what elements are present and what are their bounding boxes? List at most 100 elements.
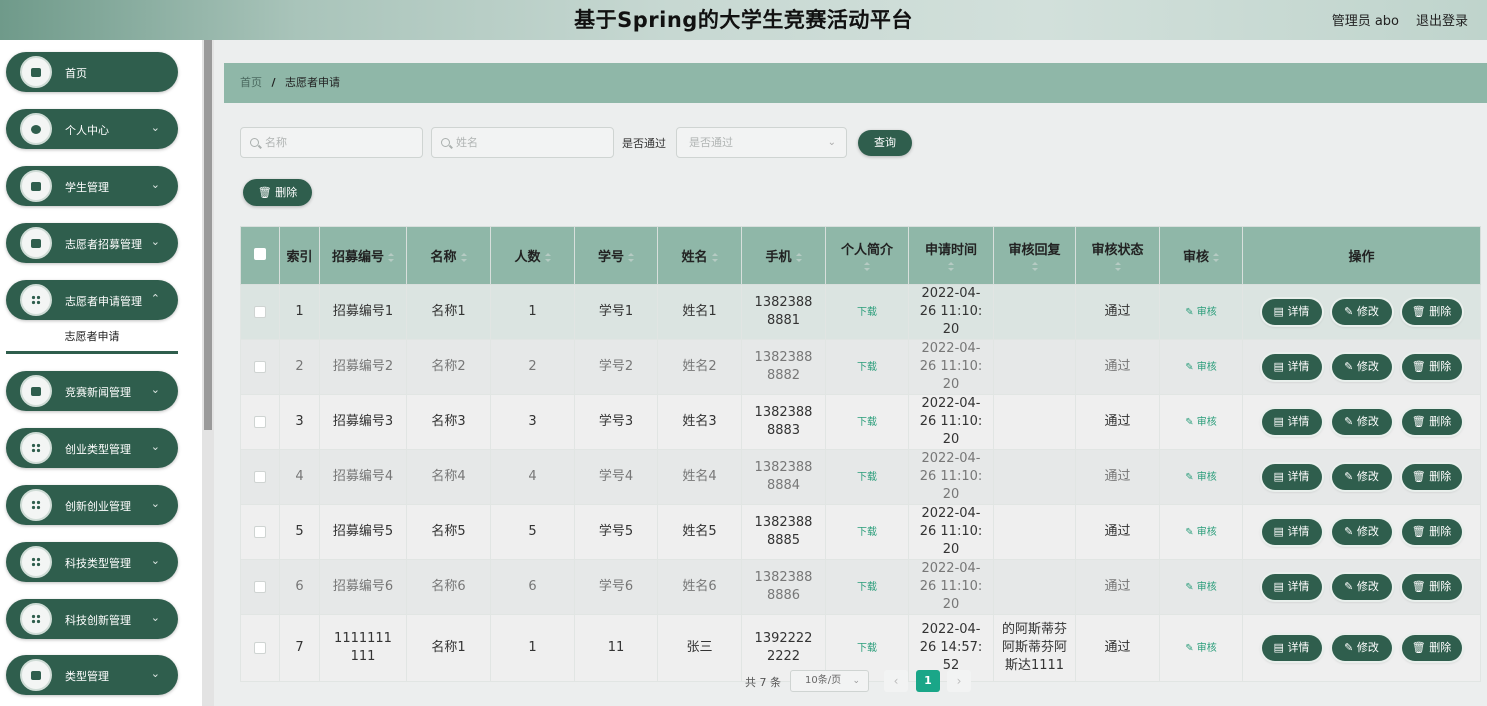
sort-icon[interactable] <box>795 252 802 263</box>
audit-link[interactable]: 审核 <box>1197 362 1217 373</box>
audit-link[interactable]: 审核 <box>1197 527 1217 538</box>
edit-button[interactable]: ✎ 修改 <box>1331 354 1392 380</box>
detail-button[interactable]: ▤ 详情 <box>1261 299 1322 325</box>
download-link[interactable]: 下载 <box>857 643 877 654</box>
sort-icon[interactable] <box>1213 252 1219 263</box>
edit-button[interactable]: ✎ 修改 <box>1331 299 1392 325</box>
row-checkbox[interactable] <box>254 641 266 654</box>
row-checkbox[interactable] <box>254 415 266 428</box>
sidebar-item-personal-center[interactable]: 个人中心 ⌄ <box>6 109 178 149</box>
edit-button[interactable]: ✎ 修改 <box>1331 409 1392 435</box>
table-row[interactable]: 2 招募编号2 名称2 2 学号2 姓名2 13823888882 下载 2022-04-26 … <box>240 339 1481 395</box>
xingming-search-input[interactable]: 姓名 <box>431 127 614 158</box>
detail-button[interactable]: ▤ 详情 <box>1261 354 1322 380</box>
delete-button[interactable]: 🗑 删除 <box>1401 409 1462 435</box>
sidebar-item-tech-innovation[interactable]: 科技创新管理 ⌄ <box>6 599 178 639</box>
edit-button[interactable]: ✎ 修改 <box>1331 519 1392 545</box>
query-button[interactable]: 查询 <box>858 130 912 156</box>
delete-button[interactable]: 🗑 删除 <box>1401 464 1462 490</box>
sidebar-item-types[interactable]: 类型管理 ⌄ <box>6 655 178 695</box>
sidebar-item-home[interactable]: 首页 <box>6 52 178 92</box>
row-checkbox[interactable] <box>254 470 266 483</box>
bulk-delete-button[interactable]: 🗑 删除 <box>243 179 312 206</box>
sidebar-scrollbar-thumb[interactable] <box>204 40 212 430</box>
next-page-button[interactable]: › <box>947 670 971 692</box>
download-link[interactable]: 下载 <box>857 472 877 483</box>
audit-link[interactable]: 审核 <box>1197 307 1217 318</box>
col-person[interactable]: 姓名 <box>657 226 742 285</box>
detail-button[interactable]: ▤ 详情 <box>1261 464 1322 490</box>
col-reply[interactable]: 审核回复 <box>993 226 1076 285</box>
audit-link[interactable]: 审核 <box>1197 582 1217 593</box>
edit-button[interactable]: ✎ 修改 <box>1331 635 1392 661</box>
detail-button[interactable]: ▤ 详情 <box>1261 635 1322 661</box>
cell-index: 4 <box>279 449 320 505</box>
delete-button[interactable]: 🗑 删除 <box>1401 635 1462 661</box>
sort-icon[interactable] <box>1114 262 1121 272</box>
delete-button[interactable]: 🗑 删除 <box>1401 299 1462 325</box>
page-number-current[interactable]: 1 <box>916 670 940 692</box>
sort-icon[interactable] <box>544 252 551 263</box>
sidebar-item-startup-type[interactable]: 创业类型管理 ⌄ <box>6 428 178 468</box>
name-search-input[interactable]: 名称 <box>240 127 423 158</box>
col-status[interactable]: 审核状态 <box>1075 226 1160 285</box>
edit-button-label: 修改 <box>1356 360 1379 373</box>
sidebar-item-students[interactable]: 学生管理 ⌄ <box>6 166 178 206</box>
table-row[interactable]: 1 招募编号1 名称1 1 学号1 姓名1 13823888881 下载 2022-04-26 … <box>240 284 1481 340</box>
sidebar-item-innovation-startup[interactable]: 创新创业管理 ⌄ <box>6 485 178 525</box>
sort-icon[interactable] <box>460 252 467 263</box>
logout-link[interactable]: 退出登录 <box>1416 10 1468 29</box>
audit-link[interactable]: 审核 <box>1197 472 1217 483</box>
sidebar-item-tech-type[interactable]: 科技类型管理 ⌄ <box>6 542 178 582</box>
detail-button[interactable]: ▤ 详情 <box>1261 574 1322 600</box>
sort-icon[interactable] <box>711 252 718 263</box>
download-link[interactable]: 下载 <box>857 527 877 538</box>
edit-button[interactable]: ✎ 修改 <box>1331 464 1392 490</box>
col-student-id[interactable]: 学号 <box>574 226 658 285</box>
sort-icon[interactable] <box>948 262 954 272</box>
table-row[interactable]: 6 招募编号6 名称6 6 学号6 姓名6 13823888886 下载 2022-04-26 … <box>240 559 1481 615</box>
col-time[interactable]: 申请时间 <box>908 226 994 285</box>
page-size-select[interactable]: 10条/页 ⌄ <box>790 670 869 692</box>
sort-icon[interactable] <box>388 252 394 263</box>
row-checkbox[interactable] <box>254 360 266 373</box>
delete-button[interactable]: 🗑 删除 <box>1401 519 1462 545</box>
download-link[interactable]: 下载 <box>857 307 877 318</box>
prev-page-button[interactable]: ‹ <box>884 670 908 692</box>
col-phone[interactable]: 手机 <box>741 226 826 285</box>
passed-select[interactable]: 是否通过 ⌄ <box>676 127 847 158</box>
cell-index-text: 2 <box>295 359 304 374</box>
col-intro[interactable]: 个人简介 <box>825 226 909 285</box>
download-link[interactable]: 下载 <box>857 362 877 373</box>
delete-button[interactable]: 🗑 删除 <box>1401 574 1462 600</box>
sidebar-item-volunteer-apply[interactable]: 志愿者申请管理 ⌃ <box>6 280 178 320</box>
cell-status-text: 通过 <box>1104 304 1131 319</box>
audit-link[interactable]: 审核 <box>1197 417 1217 428</box>
detail-button[interactable]: ▤ 详情 <box>1261 519 1322 545</box>
sidebar-item-volunteer-recruit[interactable]: 志愿者招募管理 ⌄ <box>6 223 178 263</box>
sort-icon[interactable] <box>628 252 634 263</box>
edit-button[interactable]: ✎ 修改 <box>1331 574 1392 600</box>
sort-icon[interactable] <box>1031 262 1038 272</box>
col-audit[interactable]: 审核 <box>1159 226 1243 285</box>
audit-link[interactable]: 审核 <box>1197 643 1217 654</box>
select-all-checkbox[interactable] <box>254 247 266 260</box>
col-name[interactable]: 名称 <box>406 226 491 285</box>
col-count[interactable]: 人数 <box>490 226 575 285</box>
col-code[interactable]: 招募编号 <box>319 226 407 285</box>
table-row[interactable]: 5 招募编号5 名称5 5 学号5 姓名5 13823888885 下载 2022-04-26 … <box>240 504 1481 560</box>
row-checkbox[interactable] <box>254 305 266 318</box>
sidebar-item-competition-news[interactable]: 竞赛新闻管理 ⌄ <box>6 371 178 411</box>
cell-count: 3 <box>490 394 575 450</box>
delete-button[interactable]: 🗑 删除 <box>1401 354 1462 380</box>
download-link[interactable]: 下载 <box>857 582 877 593</box>
download-link[interactable]: 下载 <box>857 417 877 428</box>
row-checkbox[interactable] <box>254 580 266 593</box>
breadcrumb-home[interactable]: 首页 <box>240 76 262 89</box>
sort-icon[interactable] <box>864 262 870 272</box>
sidebar-subitem-volunteer-apply[interactable]: 志愿者申请 <box>6 324 178 354</box>
row-checkbox[interactable] <box>254 525 266 538</box>
table-row[interactable]: 4 招募编号4 名称4 4 学号4 姓名4 13823888884 下载 2022-04-26 … <box>240 449 1481 505</box>
table-row[interactable]: 3 招募编号3 名称3 3 学号3 姓名3 13823888883 下载 2022-04-26 … <box>240 394 1481 450</box>
detail-button[interactable]: ▤ 详情 <box>1261 409 1322 435</box>
